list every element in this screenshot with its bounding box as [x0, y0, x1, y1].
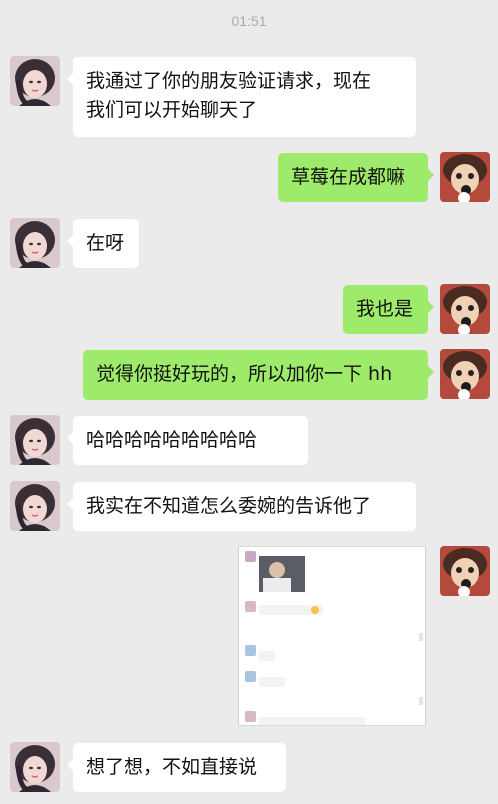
- contact-avatar[interactable]: [10, 415, 60, 465]
- contact-avatar[interactable]: [10, 481, 60, 531]
- mini-avatar-icon: [245, 551, 256, 562]
- mini-scrollbar-icon: [419, 633, 423, 641]
- mini-message-placeholder: [259, 717, 365, 725]
- message-text: 我也是: [356, 298, 414, 320]
- contact-avatar[interactable]: [10, 56, 60, 106]
- mini-message-placeholder: [259, 651, 275, 661]
- mini-avatar-icon: [245, 645, 256, 656]
- message-bubble-incoming[interactable]: 哈哈哈哈哈哈哈哈哈: [67, 416, 308, 465]
- contact-avatar-image: [10, 742, 60, 792]
- contact-avatar-image: [10, 481, 60, 531]
- my-avatar-image: [440, 349, 490, 399]
- screenshot-image-message[interactable]: [238, 546, 426, 726]
- message-bubble-outgoing[interactable]: 我也是: [343, 285, 434, 334]
- my-avatar-image: [440, 152, 490, 202]
- message-text: 在呀: [86, 232, 125, 254]
- message-text: 我们可以开始聊天了: [86, 99, 258, 121]
- contact-avatar-image: [10, 218, 60, 268]
- mini-avatar-icon: [245, 711, 256, 722]
- mini-photo-icon: [259, 556, 305, 592]
- message-bubble-incoming[interactable]: 在呀: [67, 219, 139, 268]
- mini-emoji-icon: [311, 606, 319, 614]
- message-text: 想了想，不如直接说: [86, 756, 258, 778]
- my-avatar-image: [440, 284, 490, 334]
- message-text: 我实在不知道怎么委婉的告诉他了: [86, 495, 372, 517]
- message-text: 我通过了你的朋友验证请求，现在: [86, 70, 372, 92]
- my-avatar[interactable]: [440, 546, 490, 596]
- contact-avatar[interactable]: [10, 218, 60, 268]
- contact-avatar-image: [10, 415, 60, 465]
- contact-avatar-image: [10, 56, 60, 106]
- chat-timestamp: 01:51: [231, 13, 267, 29]
- message-bubble-outgoing[interactable]: 草莓在成都嘛: [278, 153, 434, 202]
- message-bubble-incoming[interactable]: 我通过了你的朋友验证请求，现在 我们可以开始聊天了: [67, 57, 416, 137]
- mini-message-placeholder: [259, 677, 285, 687]
- my-avatar[interactable]: [440, 349, 490, 399]
- contact-avatar[interactable]: [10, 742, 60, 792]
- mini-avatar-icon: [245, 671, 256, 682]
- my-avatar-image: [440, 546, 490, 596]
- mini-avatar-icon: [245, 601, 256, 612]
- my-avatar[interactable]: [440, 152, 490, 202]
- message-bubble-incoming[interactable]: 我实在不知道怎么委婉的告诉他了: [67, 482, 416, 531]
- message-text: 觉得你挺好玩的，所以加你一下 hh: [96, 363, 393, 385]
- mini-scrollbar-icon: [419, 697, 423, 705]
- message-text: 草莓在成都嘛: [291, 166, 406, 188]
- message-text: 哈哈哈哈哈哈哈哈哈: [86, 429, 258, 451]
- my-avatar[interactable]: [440, 284, 490, 334]
- message-bubble-outgoing[interactable]: 觉得你挺好玩的，所以加你一下 hh: [83, 350, 434, 400]
- message-bubble-incoming[interactable]: 想了想，不如直接说: [67, 743, 286, 792]
